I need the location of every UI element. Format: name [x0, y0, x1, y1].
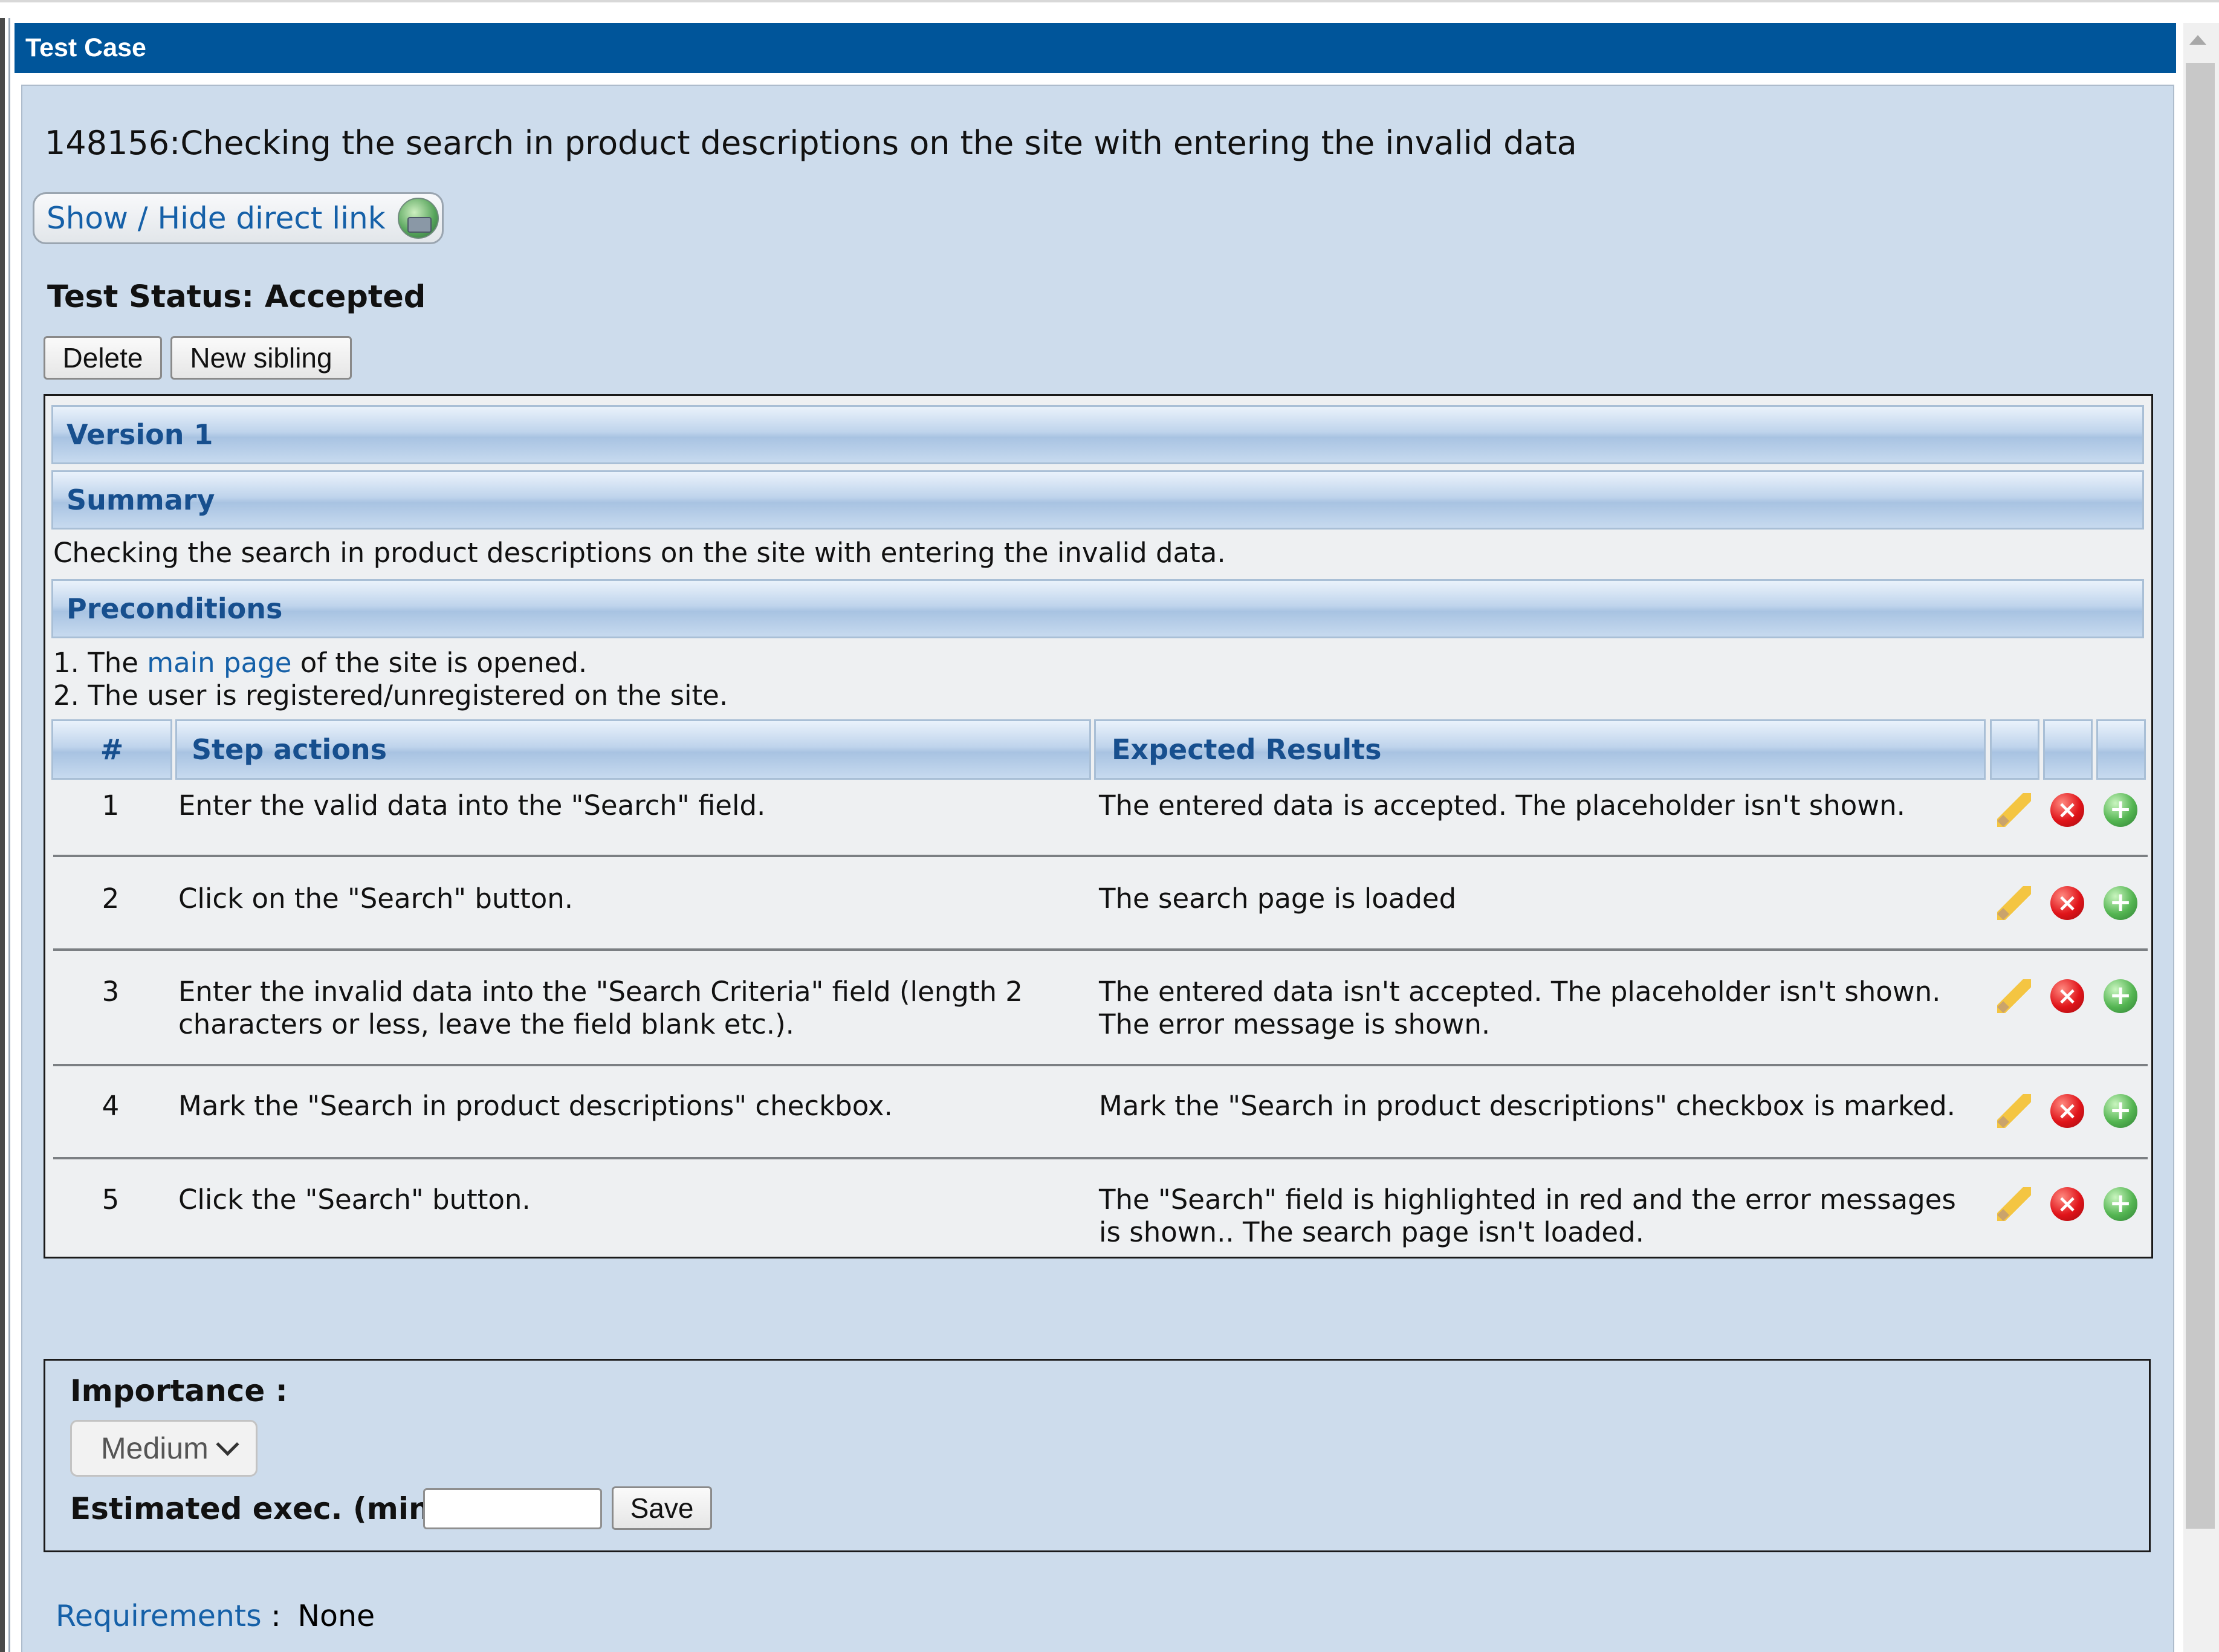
precondition-1-prefix: 1. The — [53, 647, 147, 679]
requirements-link[interactable]: Requirements — [56, 1599, 262, 1633]
step-action: Click on the "Search" button. — [178, 883, 574, 915]
delete-button[interactable]: Delete — [44, 336, 162, 380]
delete-step-icon[interactable]: × — [2050, 793, 2084, 827]
window-title-bar: Test Case — [15, 23, 2176, 73]
edit-step-pencil-icon[interactable] — [1997, 793, 2031, 827]
step-expected-result: The entered data isn't accepted. The pla… — [1099, 976, 1941, 1040]
column-header-step-actions: Step actions — [175, 719, 1091, 780]
summary-heading: Summary — [51, 470, 2144, 530]
requirements-value: None — [297, 1599, 375, 1633]
step-expected-result: Mark the "Search in product descriptions… — [1099, 1090, 1955, 1122]
estimated-exec-input[interactable] — [423, 1488, 602, 1529]
edit-step-pencil-icon[interactable] — [1997, 979, 2031, 1013]
add-step-icon[interactable]: + — [2104, 886, 2137, 920]
step-number: 3 — [102, 976, 120, 1008]
step-number: 1 — [102, 789, 120, 821]
version-heading: Version 1 — [51, 405, 2144, 464]
new-sibling-button[interactable]: New sibling — [170, 336, 352, 380]
row-divider — [53, 1064, 2148, 1066]
scroll-up-arrow-icon[interactable] — [2189, 35, 2206, 45]
step-expected-result: The "Search" field is highlighted in red… — [1099, 1184, 1956, 1248]
step-number: 5 — [102, 1184, 120, 1216]
window-title: Test Case — [25, 33, 146, 62]
delete-step-icon[interactable]: × — [2050, 1094, 2084, 1128]
page-top-border — [0, 0, 2219, 2]
step-action: Enter the valid data into the "Search" f… — [178, 789, 766, 821]
globe-link-icon — [397, 198, 439, 239]
requirements-row: Requirements : None — [56, 1599, 375, 1633]
step-expected-result: The search page is loaded — [1099, 883, 1457, 915]
column-header-delete — [2043, 719, 2093, 780]
step-action: Mark the "Search in product descriptions… — [178, 1090, 893, 1122]
step-action: Click the "Search" button. — [178, 1184, 531, 1216]
importance-label: Importance : — [70, 1373, 288, 1408]
step-action: Enter the invalid data into the "Search … — [178, 976, 1023, 1040]
requirements-separator: : — [261, 1599, 291, 1633]
direct-link-toggle-button[interactable]: Show / Hide direct link — [33, 192, 444, 244]
edit-step-pencil-icon[interactable] — [1997, 1094, 2031, 1128]
estimated-exec-label: Estimated exec. (min) : — [70, 1491, 467, 1526]
step-number: 2 — [102, 883, 120, 915]
main-page-link[interactable]: main page — [147, 647, 291, 679]
left-frame-border — [0, 18, 5, 1652]
test-status: Test Status: Accepted — [47, 279, 426, 315]
column-header-expected-results: Expected Results — [1094, 719, 1986, 780]
summary-text: Checking the search in product descripti… — [53, 537, 1226, 569]
row-divider — [53, 1157, 2148, 1159]
delete-step-icon[interactable]: × — [2050, 1187, 2084, 1221]
importance-select[interactable]: Medium — [70, 1420, 258, 1477]
scrollbar-thumb[interactable] — [2186, 63, 2215, 1529]
precondition-1: 1. The main page of the site is opened. — [53, 647, 587, 679]
direct-link-label: Show / Hide direct link — [47, 201, 386, 236]
step-expected-result: The entered data is accepted. The placeh… — [1099, 789, 1905, 821]
add-step-icon[interactable]: + — [2104, 979, 2137, 1013]
row-divider — [53, 855, 2148, 857]
left-frame-line — [8, 18, 10, 1652]
step-number: 4 — [102, 1090, 120, 1122]
edit-step-pencil-icon[interactable] — [1997, 886, 2031, 920]
add-step-icon[interactable]: + — [2104, 1094, 2137, 1128]
edit-step-pencil-icon[interactable] — [1997, 1187, 2031, 1221]
column-header-edit — [1990, 719, 2039, 780]
chevron-down-icon — [216, 1432, 239, 1456]
column-header-add — [2096, 719, 2146, 780]
row-divider — [53, 948, 2148, 951]
precondition-1-suffix: of the site is opened. — [291, 647, 588, 679]
delete-step-icon[interactable]: × — [2050, 979, 2084, 1013]
add-step-icon[interactable]: + — [2104, 1187, 2137, 1221]
importance-value: Medium — [101, 1431, 209, 1465]
precondition-2: 2. The user is registered/unregistered o… — [53, 679, 728, 711]
delete-step-icon[interactable]: × — [2050, 886, 2084, 920]
save-button[interactable]: Save — [612, 1486, 712, 1530]
test-case-title: 148156:Checking the search in product de… — [45, 124, 1577, 162]
preconditions-heading: Preconditions — [51, 579, 2144, 638]
add-step-icon[interactable]: + — [2104, 793, 2137, 827]
column-header-number: # — [51, 719, 172, 780]
